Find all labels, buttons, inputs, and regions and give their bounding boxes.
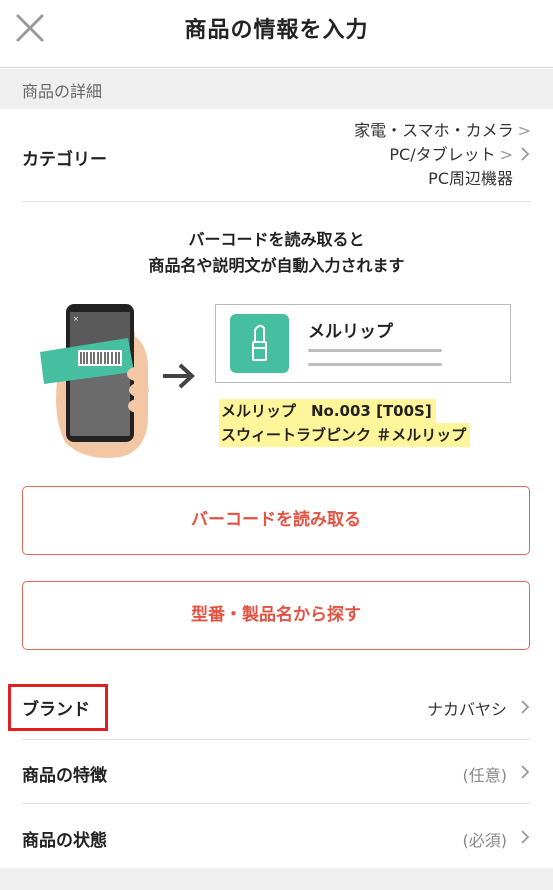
chevron-right-icon [513, 143, 531, 167]
page-title: 商品の情報を入力 [184, 18, 369, 43]
chevron-right-icon [521, 830, 530, 844]
svg-text:×: × [73, 315, 79, 323]
brand-label: ブランド [22, 700, 90, 720]
placeholder-line [308, 349, 442, 352]
arrow-right-icon [163, 363, 195, 389]
category-row[interactable]: カテゴリー 家電・スマホ・カメラ > PC/タブレット > PC周辺機器 [0, 109, 553, 202]
sample-product-name: メルリップ [308, 322, 393, 342]
bottom-section-band [0, 868, 553, 890]
category-label: カテゴリー [22, 150, 107, 170]
scan-barcode-button[interactable]: バーコードを読み取る [22, 486, 530, 555]
features-label: 商品の特徴 [22, 766, 107, 786]
features-row[interactable]: 商品の特徴 (任意) [0, 740, 553, 804]
barcode-description: バーコードを読み取ると 商品名や説明文が自動入力されます [148, 230, 405, 275]
placeholder-line [308, 363, 442, 366]
category-path-item: 家電・スマホ・カメラ > [354, 121, 531, 140]
condition-value: (必須) [462, 831, 508, 850]
brand-value: ナカバヤシ [426, 700, 507, 719]
phone-scan-illustration: × [40, 304, 149, 458]
search-model-button[interactable]: 型番・製品名から探す [22, 581, 530, 650]
category-path-item: PC/タブレット > [354, 143, 531, 167]
features-value: (任意) [462, 766, 508, 785]
sample-product-card: メルリップ [215, 304, 511, 383]
divider [22, 201, 531, 202]
category-path-item: PC周辺機器 [428, 169, 513, 188]
section-header: 商品の詳細 [0, 69, 553, 109]
condition-row[interactable]: 商品の状態 (必須) [0, 804, 553, 868]
brand-row[interactable]: ブランド ナカバヤシ [0, 675, 553, 740]
barcode-info: バーコードを読み取ると 商品名や説明文が自動入力されます × メルリップ メルリ… [0, 203, 553, 475]
condition-label: 商品の状態 [22, 831, 107, 851]
chevron-right-icon [521, 765, 530, 779]
category-path: 家電・スマホ・カメラ > PC/タブレット > PC周辺機器 [354, 119, 531, 191]
sample-autofill-text: メルリップ No.003 [T00S] スウィートラブピンク ＃メルリップ [219, 399, 471, 447]
chevron-right-icon [521, 700, 530, 714]
lipstick-icon [230, 314, 289, 373]
section-title: 商品の詳細 [22, 82, 103, 101]
header: 商品の情報を入力 [0, 0, 553, 68]
